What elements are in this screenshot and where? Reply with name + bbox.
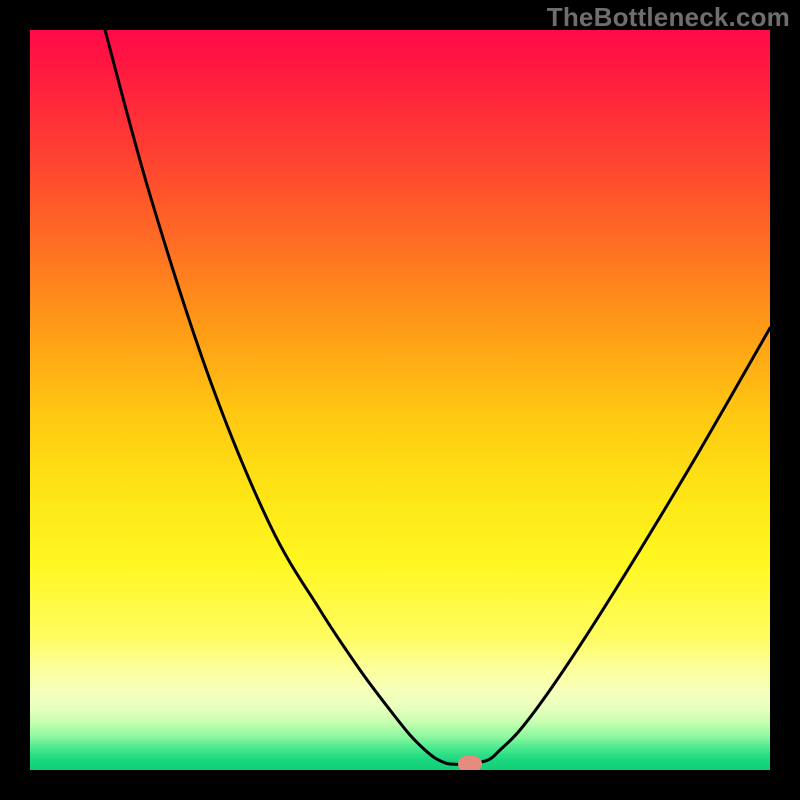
plot-area [30,30,770,770]
optimum-marker [458,756,482,770]
watermark-label: TheBottleneck.com [547,2,790,33]
bottleneck-curve-path [105,30,770,764]
bottleneck-curve [30,30,770,770]
chart-container: TheBottleneck.com [0,0,800,800]
